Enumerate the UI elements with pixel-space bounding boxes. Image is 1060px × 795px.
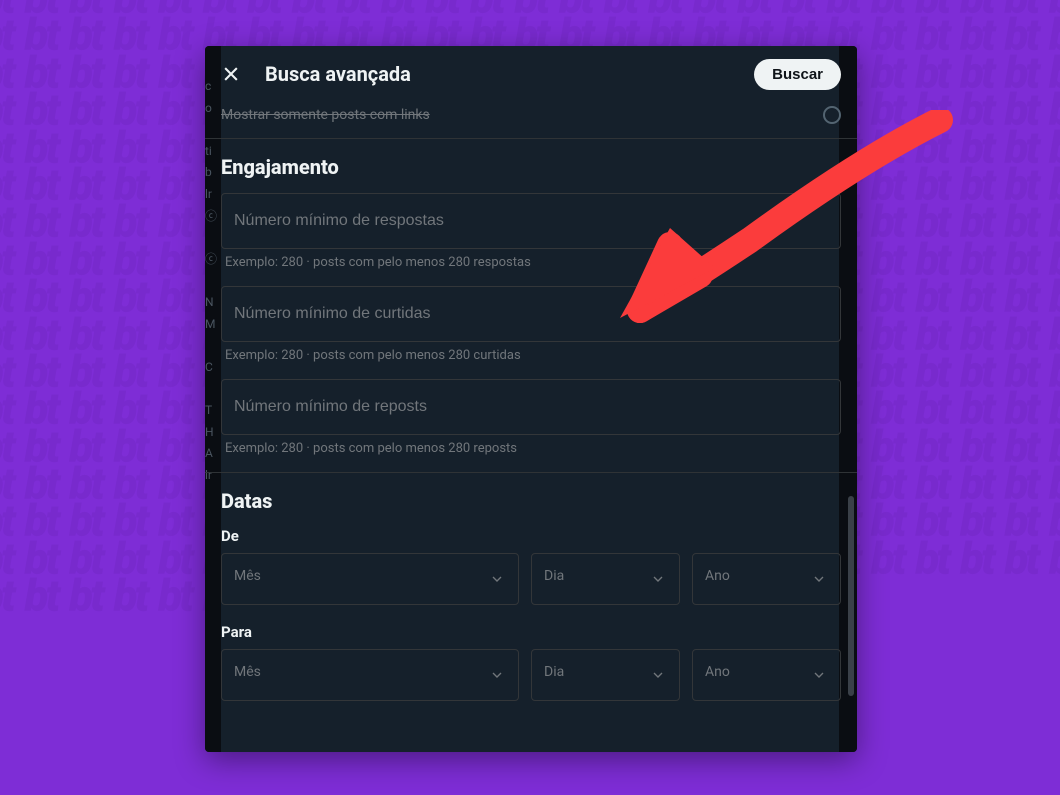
to-month-placeholder: Mês bbox=[234, 664, 261, 680]
chevron-down-icon bbox=[488, 570, 506, 588]
date-to-row: Mês Dia Ano bbox=[221, 649, 841, 701]
date-from-row: Mês Dia Ano bbox=[221, 553, 841, 605]
chevron-down-icon bbox=[810, 666, 828, 684]
chevron-down-icon bbox=[649, 666, 667, 684]
to-year-select[interactable]: Ano bbox=[692, 649, 841, 701]
date-to-label: Para bbox=[221, 623, 841, 641]
close-icon bbox=[221, 64, 241, 84]
from-day-select[interactable]: Dia bbox=[531, 553, 680, 605]
date-from-label: De bbox=[221, 527, 841, 545]
from-month-placeholder: Mês bbox=[234, 568, 261, 584]
min-replies-group: Exemplo: 280 · posts com pelo menos 280 … bbox=[221, 193, 841, 270]
from-year-select[interactable]: Ano bbox=[692, 553, 841, 605]
links-filter-label: Mostrar somente posts com links bbox=[221, 107, 430, 123]
advanced-search-modal: cotiblrⓒⓒNMCTHAlr Busca avançada Buscar … bbox=[205, 46, 857, 752]
close-button[interactable] bbox=[221, 64, 241, 84]
chevron-down-icon bbox=[488, 666, 506, 684]
engagement-section-title: Engajamento bbox=[221, 139, 841, 193]
links-filter-row: Mostrar somente posts com links bbox=[221, 102, 841, 138]
links-filter-toggle[interactable] bbox=[823, 106, 841, 124]
min-likes-hint: Exemplo: 280 · posts com pelo menos 280 … bbox=[221, 342, 841, 363]
modal-title: Busca avançada bbox=[265, 62, 754, 86]
search-button[interactable]: Buscar bbox=[754, 59, 841, 90]
modal-body: Mostrar somente posts com links Engajame… bbox=[205, 102, 857, 752]
min-replies-hint: Exemplo: 280 · posts com pelo menos 280 … bbox=[221, 249, 841, 270]
from-month-select[interactable]: Mês bbox=[221, 553, 519, 605]
chevron-down-icon bbox=[649, 570, 667, 588]
min-reposts-hint: Exemplo: 280 · posts com pelo menos 280 … bbox=[221, 435, 841, 456]
chevron-down-icon bbox=[810, 570, 828, 588]
min-reposts-input[interactable] bbox=[221, 379, 841, 435]
min-replies-input[interactable] bbox=[221, 193, 841, 249]
min-reposts-group: Exemplo: 280 · posts com pelo menos 280 … bbox=[221, 379, 841, 456]
min-likes-input[interactable] bbox=[221, 286, 841, 342]
to-day-placeholder: Dia bbox=[544, 664, 564, 680]
dates-section-title: Datas bbox=[221, 473, 841, 527]
from-year-placeholder: Ano bbox=[705, 568, 730, 584]
to-month-select[interactable]: Mês bbox=[221, 649, 519, 701]
to-year-placeholder: Ano bbox=[705, 664, 730, 680]
to-day-select[interactable]: Dia bbox=[531, 649, 680, 701]
from-day-placeholder: Dia bbox=[544, 568, 564, 584]
modal-header: Busca avançada Buscar bbox=[205, 46, 857, 102]
min-likes-group: Exemplo: 280 · posts com pelo menos 280 … bbox=[221, 286, 841, 363]
